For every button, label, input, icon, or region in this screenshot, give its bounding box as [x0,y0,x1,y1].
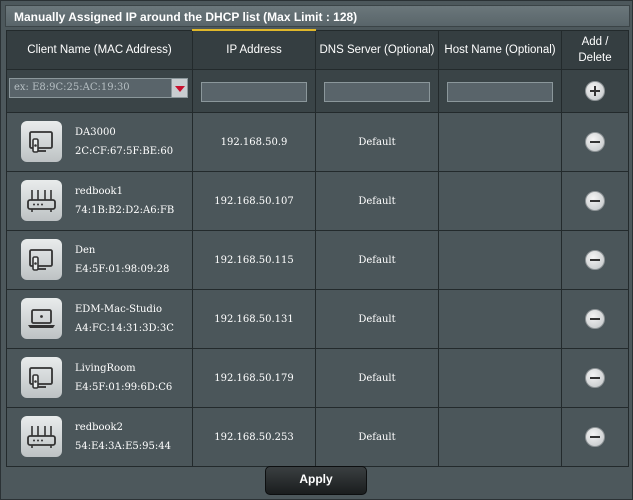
header-delete-label: Delete [578,51,612,64]
delete-button[interactable] [585,250,605,270]
host-name [438,289,562,349]
host-cell [438,69,562,113]
dns-server: Default [315,230,439,290]
apply-bar: Apply [5,459,630,497]
client-list: DA3000 2C:CF:67:5F:BE:60 192.168.50.9 De… [6,112,629,467]
device-name: Den [75,245,96,256]
ip-address: 192.168.50.9 [192,112,316,172]
host-name-input[interactable] [447,81,553,102]
dns-server: Default [315,348,439,408]
client-mac-input[interactable]: ex: E8:9C:25:AC:19:30 [9,78,187,98]
apply-button[interactable]: Apply [265,466,367,495]
device-mac: E4:5F:01:98:09:28 [75,264,170,275]
device-mac: A4:FC:14:31:3D:3C [75,323,174,334]
client-cell: LivingRoom E4:5F:01:99:6D:C6 [6,348,193,408]
delete-cell [561,407,629,467]
client-cell: EDM-Mac-Studio A4:FC:14:31:3D:3C [6,289,193,349]
header-ip: IP Address [192,29,316,70]
device-name: EDM-Mac-Studio [75,304,163,315]
delete-cell [561,171,629,231]
device-mac: 74:1B:B2:D2:A6:FB [75,205,175,216]
dhcp-table: Client Name (MAC Address) IP Address DNS… [6,29,629,467]
host-name [438,171,562,231]
new-entry-row: ex: E8:9C:25:AC:19:30 [6,69,629,113]
delete-button[interactable] [585,368,605,388]
add-button[interactable] [585,81,605,101]
client-cell: ex: E8:9C:25:AC:19:30 [6,69,193,113]
device-name: DA3000 [75,127,116,138]
delete-button[interactable] [585,309,605,329]
client-cell: Den E4:5F:01:98:09:28 [6,230,193,290]
dns-server: Default [315,407,439,467]
host-name [438,112,562,172]
router-icon[interactable] [21,180,62,221]
client-dropdown-button[interactable] [171,78,188,98]
table-header: Client Name (MAC Address) IP Address DNS… [6,29,629,70]
dns-server: Default [315,171,439,231]
header-client: Client Name (MAC Address) [6,29,193,70]
delete-button[interactable] [585,132,605,152]
device-name: redbook2 [75,422,123,433]
host-name [438,407,562,467]
header-host: Host Name (Optional) [438,29,562,70]
device-mac: E4:5F:01:99:6D:C6 [75,382,173,393]
delete-cell [561,112,629,172]
header-add-delete: Add / Delete [561,29,629,70]
device-mac: 54:E4:3A:E5:95:44 [75,441,171,452]
client-cell: redbook2 54:E4:3A:E5:95:44 [6,407,193,467]
dhcp-panel: Manually Assigned IP around the DHCP lis… [0,0,633,500]
panel-title: Manually Assigned IP around the DHCP lis… [5,5,630,27]
ip-address: 192.168.50.107 [192,171,316,231]
ip-address: 192.168.50.131 [192,289,316,349]
table-row-1: DA3000 2C:CF:67:5F:BE:60 192.168.50.9 De… [6,112,629,172]
table-row-6: redbook2 54:E4:3A:E5:95:44 192.168.50.25… [6,407,629,467]
dns-server-input[interactable] [324,81,430,102]
dns-cell [315,69,439,113]
table-row-4: EDM-Mac-Studio A4:FC:14:31:3D:3C 192.168… [6,289,629,349]
header-add-label: Add / [581,35,609,48]
table-row-5: LivingRoom E4:5F:01:99:6D:C6 192.168.50.… [6,348,629,408]
table-row-2: redbook1 74:1B:B2:D2:A6:FB 192.168.50.10… [6,171,629,231]
table-row-3: Den E4:5F:01:98:09:28 192.168.50.115 Def… [6,230,629,290]
laptop-icon[interactable] [21,298,62,339]
delete-button[interactable] [585,427,605,447]
ip-address: 192.168.50.179 [192,348,316,408]
device-name: LivingRoom [75,363,136,374]
media-device-icon[interactable] [21,357,62,398]
delete-cell [561,289,629,349]
ip-cell [192,69,316,113]
ip-address: 192.168.50.115 [192,230,316,290]
device-mac: 2C:CF:67:5F:BE:60 [75,146,174,157]
add-cell [561,69,629,113]
delete-button[interactable] [585,191,605,211]
host-name [438,348,562,408]
client-cell: DA3000 2C:CF:67:5F:BE:60 [6,112,193,172]
media-device-icon[interactable] [21,121,62,162]
delete-cell [561,348,629,408]
router-icon[interactable] [21,416,62,457]
ip-address-input[interactable] [201,81,307,102]
client-cell: redbook1 74:1B:B2:D2:A6:FB [6,171,193,231]
dns-server: Default [315,289,439,349]
header-dns: DNS Server (Optional) [315,29,439,70]
ip-address: 192.168.50.253 [192,407,316,467]
delete-cell [561,230,629,290]
device-name: redbook1 [75,186,123,197]
host-name [438,230,562,290]
dns-server: Default [315,112,439,172]
media-device-icon[interactable] [21,239,62,280]
